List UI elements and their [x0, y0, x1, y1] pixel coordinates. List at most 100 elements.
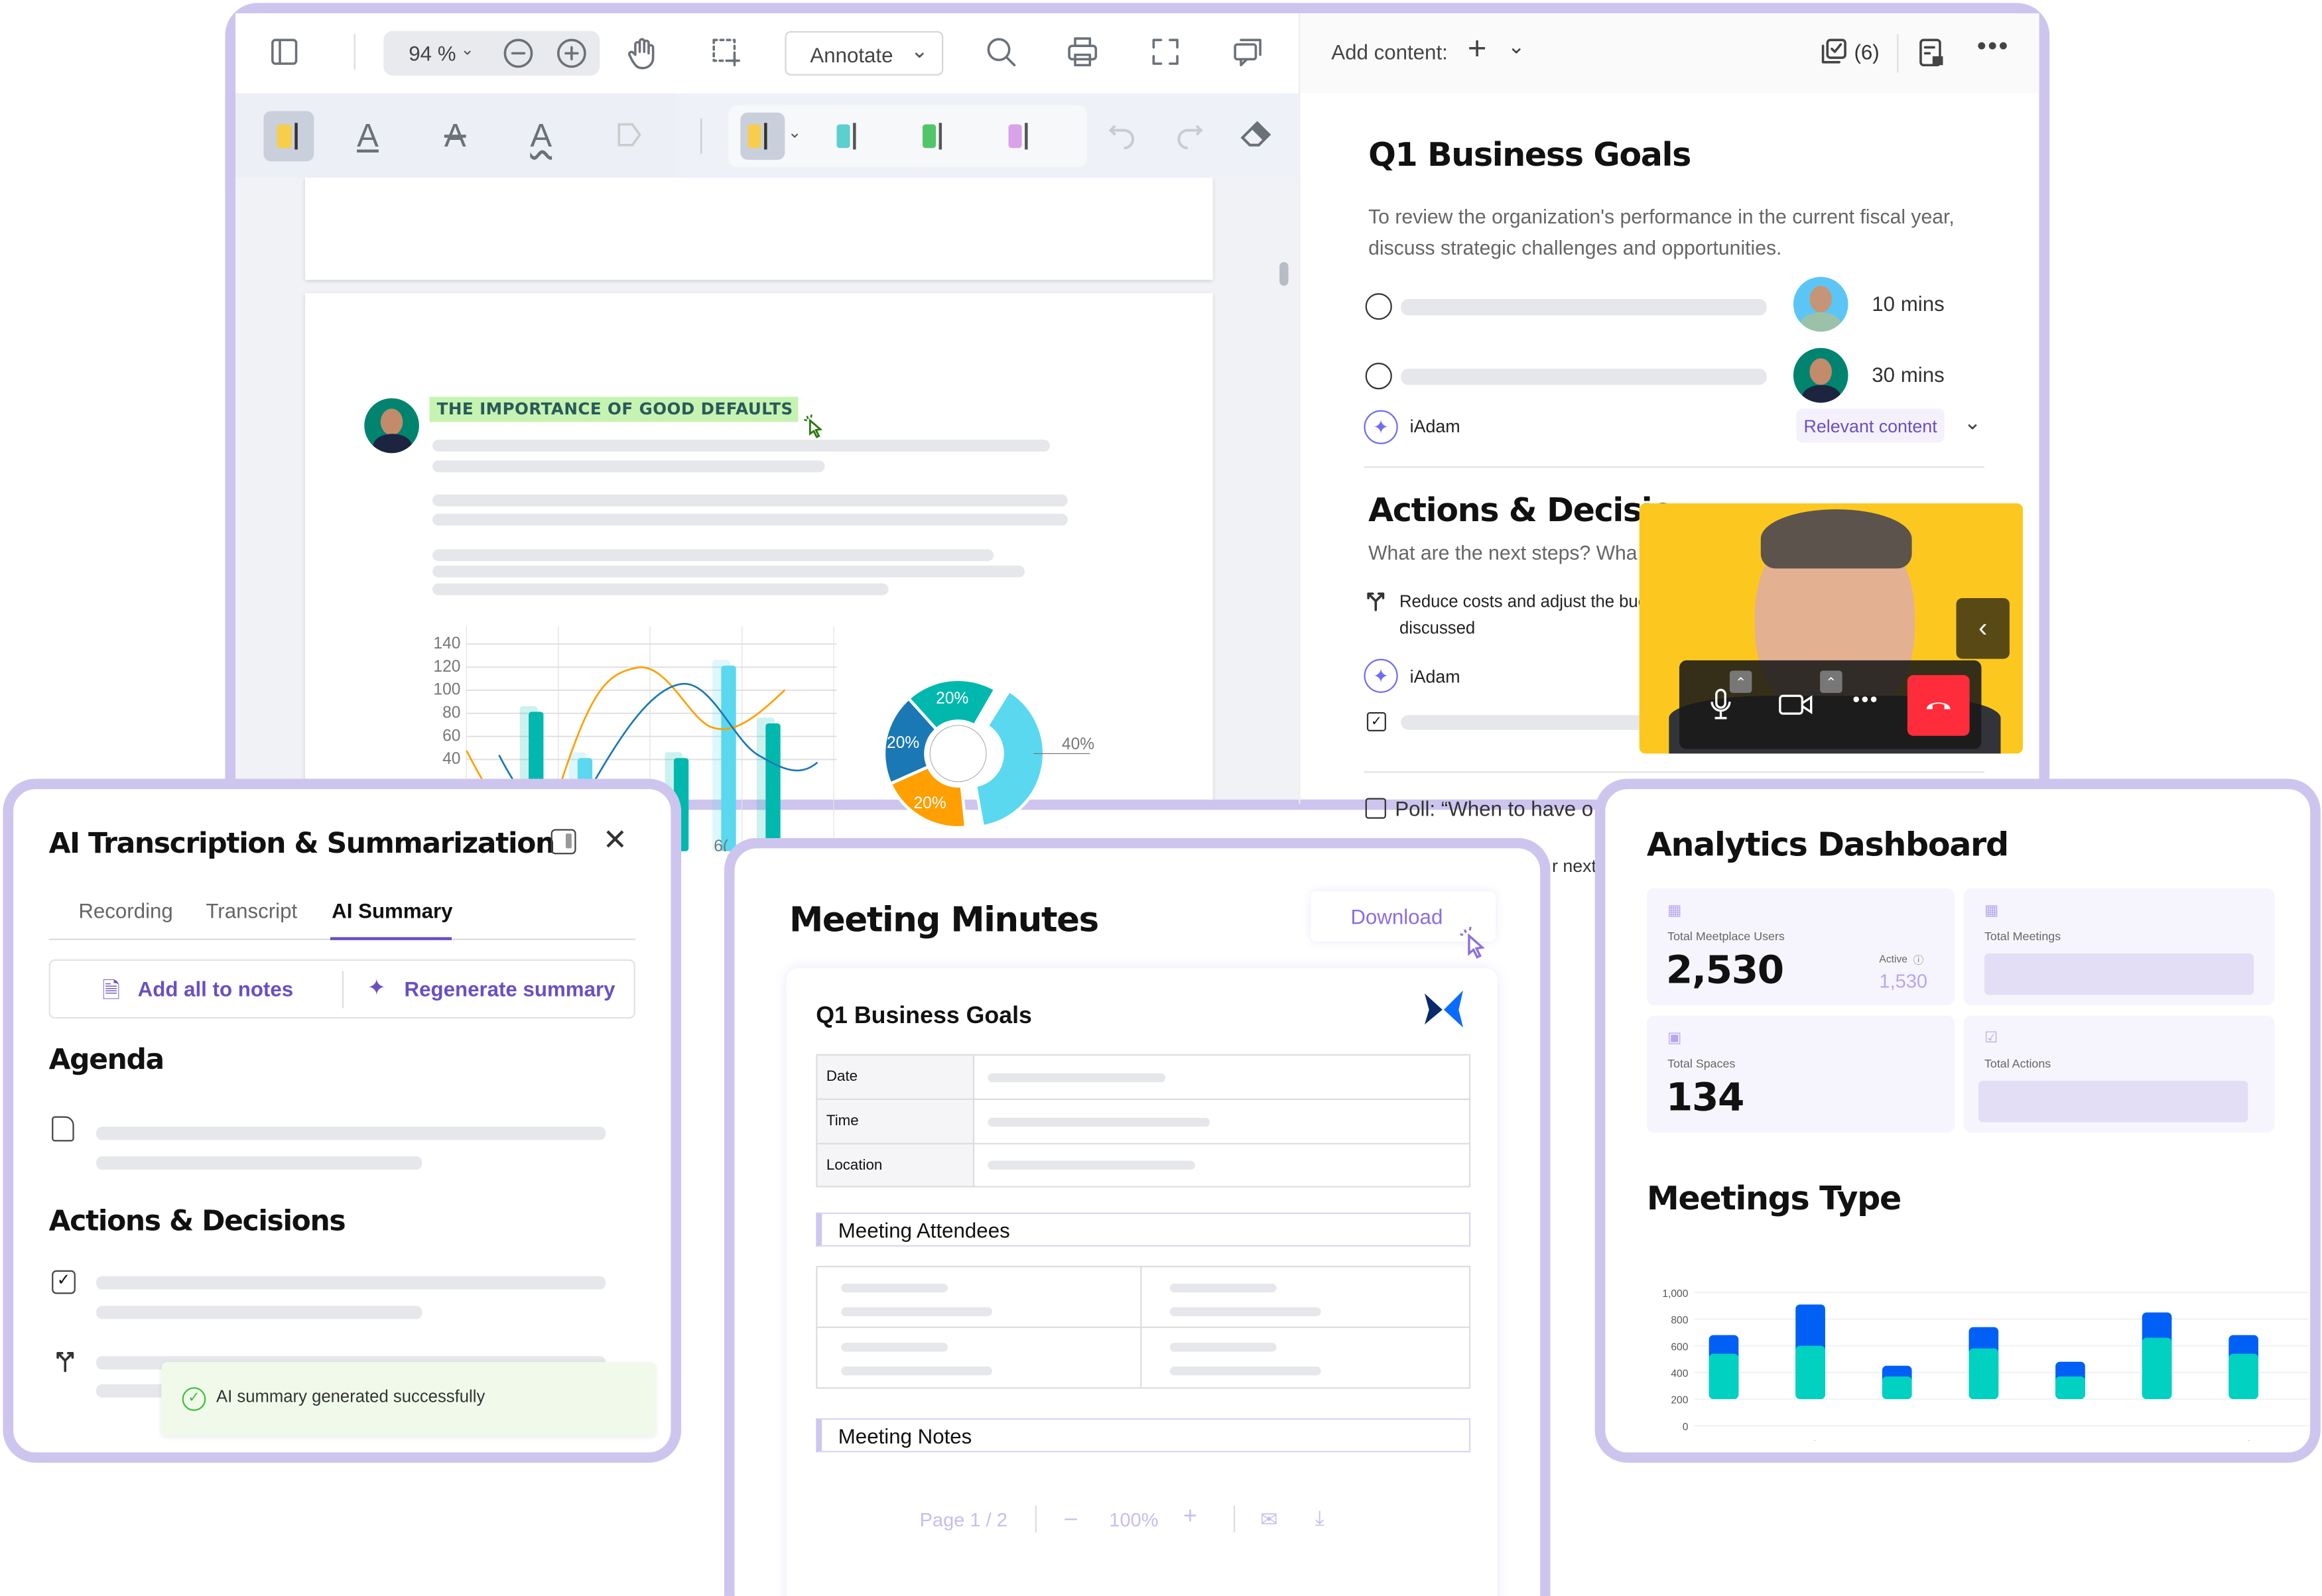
add-all-to-notes-button[interactable]: 🗎 Add all to notes [50, 961, 341, 1017]
tasks-count[interactable]: (6) [1854, 40, 1879, 64]
bar-segment-base [1795, 1345, 1825, 1399]
panel-title: AI Transcription & Summarization [48, 828, 556, 861]
underline-icon[interactable]: A [357, 117, 379, 155]
sidebar-toggle-icon[interactable] [268, 36, 300, 68]
y-tick-label: 200 [1671, 1395, 1688, 1406]
document-icon [52, 1116, 74, 1142]
color-green[interactable] [923, 124, 936, 149]
relevant-content-button[interactable]: Relevant content [1796, 408, 1945, 443]
marquee-select-icon[interactable] [710, 36, 742, 68]
x-tick-label: Jan [1715, 1440, 1732, 1441]
decision-fork-icon [55, 1349, 76, 1373]
analytics-dashboard: Analytics Dashboard ▦ Total Meetplace Us… [1594, 778, 2321, 1463]
zoom-out-icon[interactable] [502, 37, 535, 70]
zoom-level[interactable]: 94 % [409, 42, 456, 66]
stat-card-actions[interactable]: ☑ Total Actions [1963, 1015, 2275, 1133]
stat-card-meetings[interactable]: ▦ Total Meetings [1963, 888, 2275, 1006]
calendar-icon: ▦ [1667, 903, 1682, 920]
agenda-title: Q1 Business Goals [1368, 137, 1691, 175]
strikethrough-icon[interactable]: A [444, 117, 466, 155]
agenda-description: To review the organization's performance… [1368, 206, 1955, 259]
agenda-item-radio[interactable] [1365, 363, 1392, 390]
fullscreen-icon[interactable] [1149, 36, 1182, 68]
meetings-type-chart: 0 200 400 600 800 1,000 Jan Feb Mar Apr May Jun Jul [1662, 1288, 2309, 1441]
color-teal[interactable] [836, 124, 850, 149]
x-tick-label: Jul [2237, 1440, 2250, 1441]
more-icon[interactable]: ••• [1852, 687, 1879, 711]
color-purple[interactable] [1008, 124, 1022, 149]
highlight-tool-active[interactable] [263, 111, 314, 162]
document-lock-icon[interactable] [1916, 37, 1946, 70]
notes-heading: Meeting Notes [838, 1424, 972, 1448]
stat-card-spaces[interactable]: ▣ Total Spaces 134 [1646, 1015, 1955, 1133]
checkbox-checked-icon[interactable]: ✓ [52, 1270, 76, 1294]
zoom-in-icon[interactable]: + [1183, 1504, 1197, 1531]
notes-section: Meeting Notes [816, 1418, 1471, 1453]
stat-card-users[interactable]: ▦ Total Meetplace Users 2,530 Active ⓘ 1… [1646, 888, 1955, 1006]
eraser-icon[interactable] [1240, 120, 1272, 150]
mic-options-icon[interactable]: ⌃ [1729, 670, 1752, 693]
checkbox-checked-icon[interactable]: ✓ [1366, 711, 1386, 732]
video-call-tile[interactable]: ‹ ⌃ ⌃ ••• [1639, 503, 2024, 754]
field-time: Time [826, 1113, 859, 1130]
chevron-down-icon[interactable]: ⌄ [1964, 410, 1981, 435]
color-swatch [747, 124, 761, 149]
camera-options-icon[interactable]: ⌃ [1820, 670, 1842, 693]
ai-sparkle-icon: ✦ [1364, 410, 1398, 444]
camera-icon[interactable] [1779, 692, 1815, 718]
close-icon[interactable]: ✕ [603, 822, 627, 859]
plus-icon[interactable]: + [1468, 30, 1487, 68]
attendees-section: Meeting Attendees [816, 1212, 1471, 1247]
zoom-out-icon[interactable]: – [1064, 1506, 1077, 1531]
redact-icon[interactable] [615, 120, 645, 150]
highlight-color-group: ⌄ [728, 105, 1087, 168]
comments-icon[interactable] [1232, 36, 1265, 68]
search-icon[interactable] [985, 36, 1017, 68]
collapse-chevron-left-icon[interactable]: ‹ [1956, 598, 2010, 659]
agenda-item-radio[interactable] [1365, 293, 1392, 320]
active-tab-indicator [330, 937, 452, 940]
info-icon[interactable]: ⓘ [1913, 953, 1924, 968]
end-call-button[interactable] [1907, 675, 1970, 736]
microphone-icon[interactable] [1709, 687, 1733, 723]
y-tick-label: 120 [433, 658, 460, 676]
summary-actions: 🗎 Add all to notes ✦ Regenerate summary [48, 959, 635, 1019]
stat-label: Total Actions [1984, 1057, 2051, 1071]
download-icon[interactable]: ⤓ [1315, 1506, 1324, 1531]
squiggly-icon[interactable]: A [530, 117, 552, 155]
tab-ai-summary[interactable]: AI Summary [332, 898, 452, 922]
toast-message: AI summary generated successfully [216, 1388, 485, 1407]
stat-label: Total Spaces [1667, 1057, 1736, 1071]
y-tick-label: 0 [1683, 1422, 1689, 1433]
chevron-down-icon[interactable]: ⌄ [1508, 34, 1525, 59]
regenerate-summary-button[interactable]: ✦ Regenerate summary [346, 961, 633, 1017]
annotate-dropdown[interactable]: Annotate ⌄ [785, 31, 944, 76]
tab-transcript[interactable]: Transcript [206, 898, 297, 922]
dock-panel-icon[interactable] [550, 829, 576, 855]
tasks-icon[interactable] [1820, 37, 1850, 67]
doc-heading: THE IMPORTANCE OF GOOD DEFAULTS [436, 399, 793, 419]
chevron-down-icon[interactable]: ⌄ [788, 123, 802, 143]
field-date: Date [826, 1069, 858, 1085]
undo-icon[interactable] [1108, 120, 1137, 150]
call-controls: ⌃ ⌃ ••• [1679, 660, 1982, 749]
redo-icon[interactable] [1175, 120, 1204, 150]
document-donut-chart: 20% 20% 20% 40% [882, 678, 1094, 829]
zoom-level: 100% [1109, 1508, 1159, 1531]
chevron-down-icon[interactable]: ⌄ [460, 40, 474, 60]
y-tick-label: 100 [433, 681, 460, 699]
bar-segment-base [2055, 1376, 2085, 1399]
more-icon[interactable]: ••• [1977, 31, 2010, 62]
color-yellow-active[interactable] [740, 112, 785, 160]
chart-title: Meetings Type [1646, 1181, 1902, 1219]
highlighted-heading[interactable]: THE IMPORTANCE OF GOOD DEFAULTS [429, 397, 799, 422]
ai-sparkle-icon: ✦ [1364, 658, 1398, 693]
hand-tool-icon[interactable] [626, 36, 659, 72]
email-icon[interactable]: ✉ [1260, 1507, 1277, 1532]
speaker-avatar [1793, 276, 1848, 332]
tab-recording[interactable]: Recording [78, 898, 173, 922]
minutes-title: Meeting Minutes [789, 901, 1099, 940]
print-icon[interactable] [1066, 36, 1099, 68]
zoom-in-icon[interactable] [555, 37, 588, 70]
scrollbar-thumb[interactable] [1279, 262, 1289, 286]
